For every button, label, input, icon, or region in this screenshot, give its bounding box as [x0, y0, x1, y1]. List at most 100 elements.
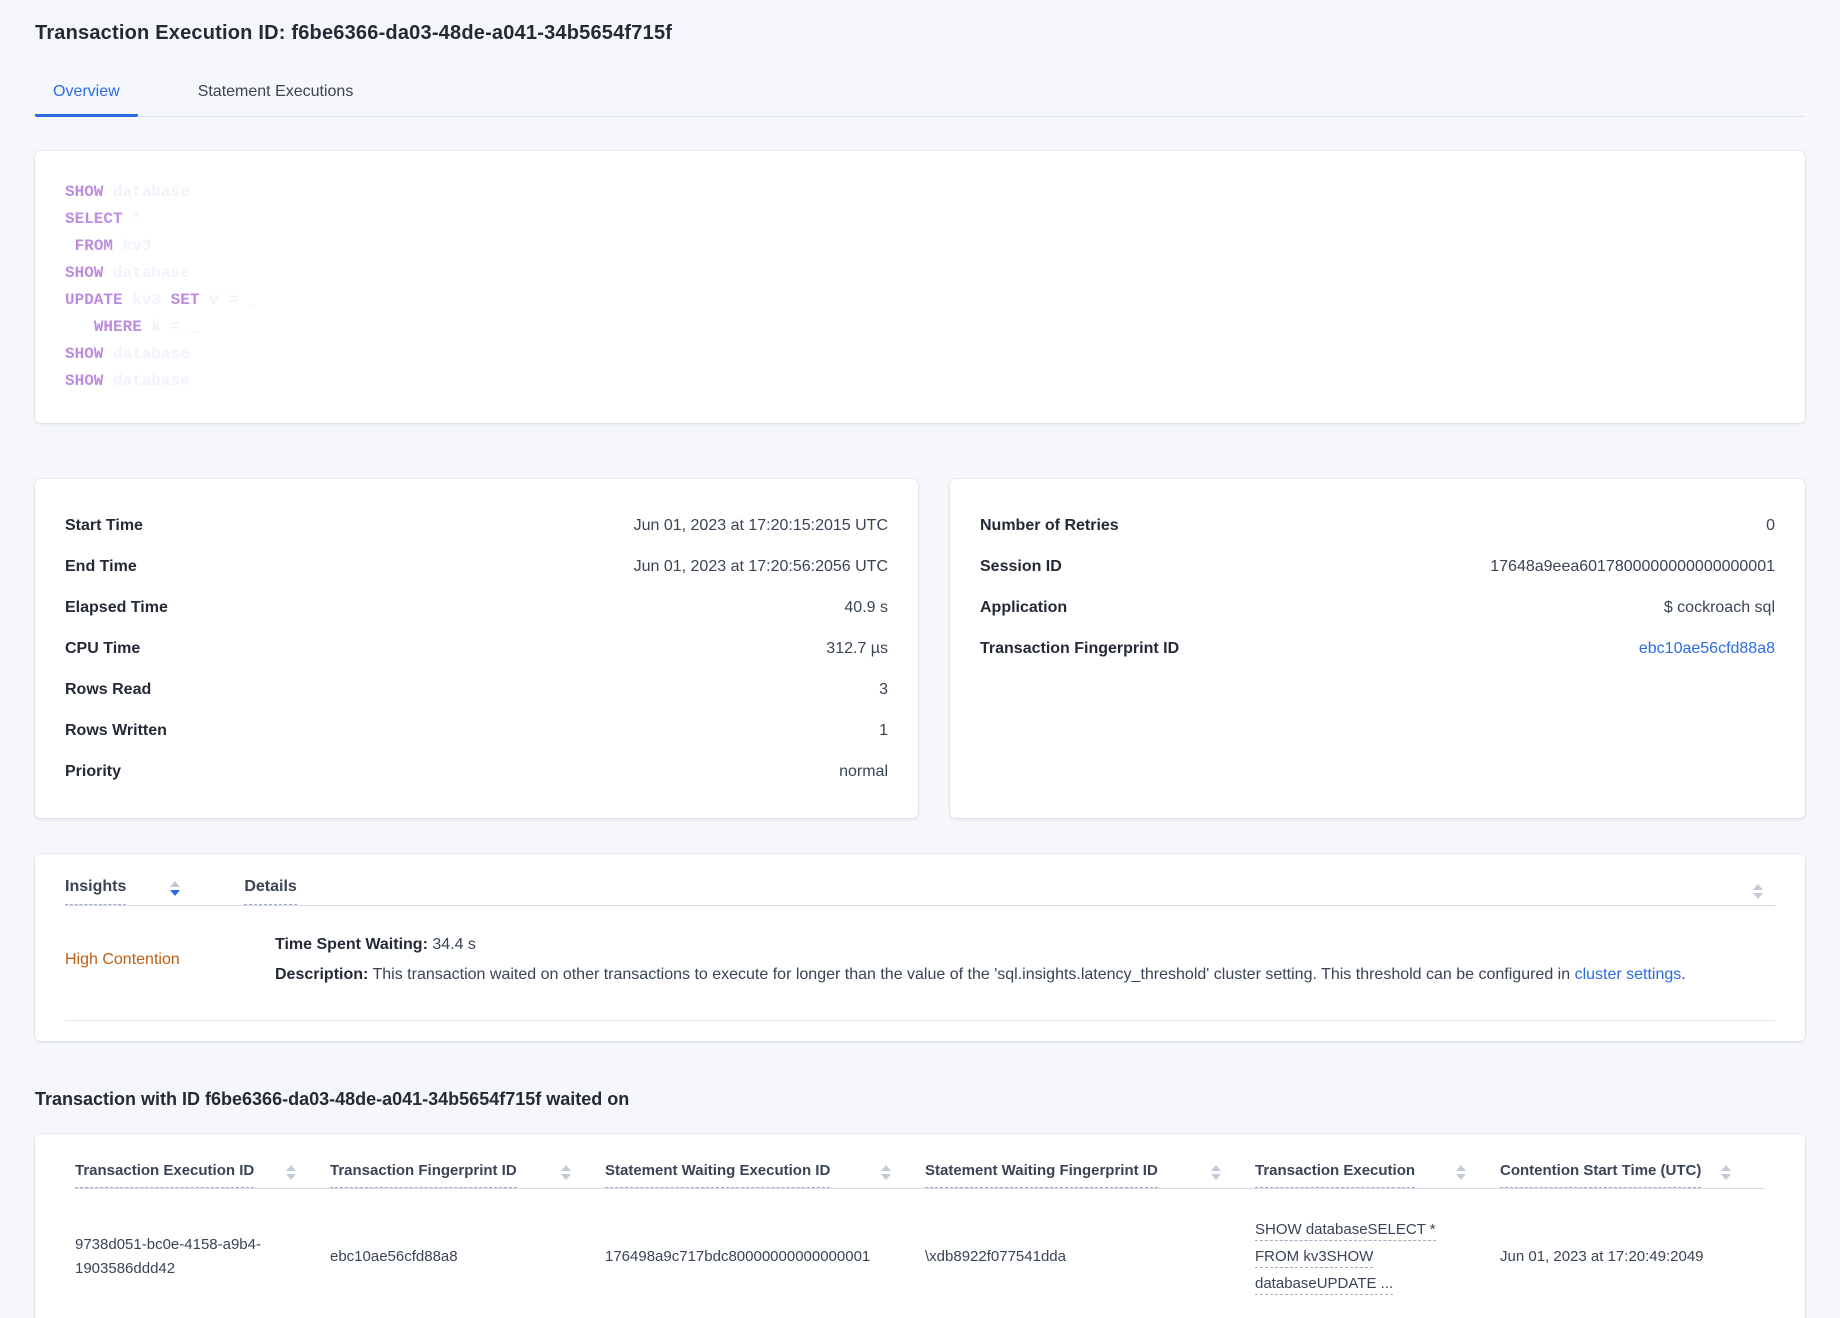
stat-label: Transaction Fingerprint ID [980, 639, 1180, 657]
column-header-statement-waiting-execution-id: Statement Waiting Execution ID [605, 1162, 925, 1188]
stat-label: Start Time [65, 516, 143, 534]
insights-table-card: Insights Details High Contention Time Sp… [35, 854, 1805, 1041]
column-header-transaction-execution-id: Transaction Execution ID [75, 1162, 330, 1188]
column-header-statement-waiting-fingerprint-id: Statement Waiting Fingerprint ID [925, 1162, 1255, 1188]
sort-control[interactable] [1721, 1164, 1731, 1180]
sql-line: FROM kv3 [74, 237, 152, 255]
stat-value: Jun 01, 2023 at 17:20:15:2015 UTC [633, 516, 888, 534]
stat-row-start-time: Start Time Jun 01, 2023 at 17:20:15:2015… [65, 505, 888, 546]
tab-overview[interactable]: Overview [35, 73, 138, 117]
sort-up-icon [1211, 1164, 1221, 1171]
column-header-transaction-execution: Transaction Execution [1255, 1162, 1500, 1188]
insights-row: High Contention Time Spent Waiting: 34.4… [65, 906, 1775, 1021]
sort-control[interactable] [1211, 1164, 1221, 1180]
stat-label: Number of Retries [980, 516, 1119, 534]
transaction-execution-link-line[interactable]: FROM kv3SHOW [1255, 1245, 1466, 1269]
sort-control[interactable] [881, 1164, 891, 1180]
sort-down-icon [1211, 1173, 1221, 1180]
stat-row-retries: Number of Retries 0 [980, 505, 1775, 546]
transaction-fingerprint-link[interactable]: ebc10ae56cfd88a8 [1639, 640, 1775, 658]
stat-value: 1 [879, 721, 888, 739]
stat-row-session-id: Session ID 17648a9eea6017800000000000000… [980, 546, 1775, 587]
sql-line: UPDATE kv3 SET v = _ [65, 291, 258, 309]
stat-value: Jun 01, 2023 at 17:20:56:2056 UTC [633, 557, 888, 575]
stat-label: Rows Read [65, 680, 152, 698]
sort-up-icon [170, 881, 181, 887]
sql-line: SHOW database [65, 183, 190, 201]
stat-value: 3 [879, 680, 888, 698]
transaction-execution-link-line[interactable]: SHOW databaseSELECT * [1255, 1218, 1466, 1242]
sort-down-icon [561, 1173, 571, 1180]
summary-cards-row: Start Time Jun 01, 2023 at 17:20:15:2015… [35, 479, 1805, 818]
column-header-insights[interactable]: Insights [65, 878, 127, 905]
column-header-contention-start-time: Contention Start Time (UTC) [1500, 1162, 1765, 1188]
stat-label: End Time [65, 557, 137, 575]
waited-on-table-card: Transaction Execution ID Transaction Fin… [35, 1134, 1805, 1318]
stat-label: CPU Time [65, 639, 141, 657]
waited-on-table-row: 9738d051-bc0e-4158-a9b4-1903586ddd42 ebc… [75, 1189, 1765, 1318]
stat-label: Application [980, 598, 1068, 616]
sort-control[interactable] [286, 1164, 296, 1180]
cell-transaction-execution-id: 9738d051-bc0e-4158-a9b4-1903586ddd42 [75, 1236, 261, 1277]
stat-row-priority: Priority normal [65, 751, 888, 792]
stat-label: Priority [65, 762, 122, 780]
cell-transaction-fingerprint-id: ebc10ae56cfd88a8 [330, 1248, 458, 1265]
insights-header-row: Insights Details [65, 854, 1775, 906]
time-spent-waiting: Time Spent Waiting: 34.4 s [275, 936, 476, 953]
transaction-execution-link-line[interactable]: databaseUPDATE ... [1255, 1272, 1466, 1296]
tab-statement-executions[interactable]: Statement Executions [180, 73, 372, 117]
insight-details: Time Spent Waiting: 34.4 s Description: … [275, 930, 1775, 990]
sort-up-icon [1753, 884, 1763, 890]
stat-label: Rows Written [65, 721, 167, 739]
cell-contention-start-time: Jun 01, 2023 at 17:20:49:2049 [1500, 1248, 1704, 1265]
sort-control[interactable] [1456, 1164, 1466, 1180]
sql-statement-box: SHOW database SELECT * FROM kv3 SHOW dat… [35, 151, 1805, 423]
stat-value: 0 [1766, 516, 1775, 534]
column-header-transaction-fingerprint-id: Transaction Fingerprint ID [330, 1162, 605, 1188]
sql-line: SHOW database [65, 264, 190, 282]
sort-up-icon [561, 1164, 571, 1171]
sort-control-table[interactable] [1753, 884, 1763, 899]
page-title: Transaction Execution ID: f6be6366-da03-… [35, 22, 673, 44]
stat-value: normal [839, 762, 888, 780]
stat-row-elapsed-time: Elapsed Time 40.9 s [65, 587, 888, 628]
cell-statement-waiting-fingerprint-id: \xdb8922f077541dda [925, 1248, 1066, 1265]
sort-up-icon [1721, 1164, 1731, 1171]
sql-line: SHOW database [65, 345, 190, 363]
stat-value: 40.9 s [844, 598, 888, 616]
stat-value: 17648a9eea6017800000000000000001 [1490, 557, 1775, 575]
transaction-details-page: Transaction Execution ID: f6be6366-da03-… [0, 0, 1840, 1318]
sort-down-icon [286, 1173, 296, 1180]
waited-on-heading: Transaction with ID f6be6366-da03-48de-a… [35, 1089, 630, 1109]
cell-statement-waiting-execution-id: 176498a9c717bdc80000000000000001 [605, 1248, 871, 1265]
sort-down-icon [170, 890, 181, 896]
stat-label: Elapsed Time [65, 598, 168, 616]
insight-description: Description: This transaction waited on … [275, 966, 1686, 983]
waited-on-header-row: Transaction Execution ID Transaction Fin… [75, 1134, 1765, 1189]
card-footer-spacer [65, 1021, 1775, 1041]
sql-line: WHERE k = _ [93, 318, 200, 336]
column-header-details[interactable]: Details [244, 878, 297, 905]
summary-card-timing: Start Time Jun 01, 2023 at 17:20:15:2015… [35, 479, 918, 818]
sort-control-insights[interactable] [170, 881, 181, 896]
sort-down-icon [1721, 1173, 1731, 1180]
stat-value: $ cockroach sql [1663, 598, 1775, 616]
sort-down-icon [881, 1173, 891, 1180]
sort-control[interactable] [561, 1164, 571, 1180]
sort-up-icon [286, 1164, 296, 1171]
stat-row-cpu-time: CPU Time 312.7 µs [65, 628, 888, 669]
sort-down-icon [1456, 1173, 1466, 1180]
stat-label: Session ID [980, 557, 1062, 575]
high-contention-badge: High Contention [65, 951, 180, 968]
stat-row-rows-written: Rows Written 1 [65, 710, 888, 751]
stat-row-application: Application $ cockroach sql [980, 587, 1775, 628]
stat-value: 312.7 µs [826, 639, 888, 657]
cell-transaction-execution-link[interactable]: SHOW databaseSELECT * FROM kv3SHOW datab… [1255, 1215, 1500, 1299]
stat-row-transaction-fingerprint-id: Transaction Fingerprint ID ebc10ae56cfd8… [980, 628, 1775, 669]
tab-bar: Overview Statement Executions [35, 73, 1805, 117]
sort-up-icon [1456, 1164, 1466, 1171]
cluster-settings-link[interactable]: cluster settings [1575, 966, 1682, 983]
summary-card-session: Number of Retries 0 Session ID 17648a9ee… [950, 479, 1805, 818]
sql-line: SHOW database [65, 372, 190, 390]
sql-line: SELECT * [65, 210, 142, 228]
